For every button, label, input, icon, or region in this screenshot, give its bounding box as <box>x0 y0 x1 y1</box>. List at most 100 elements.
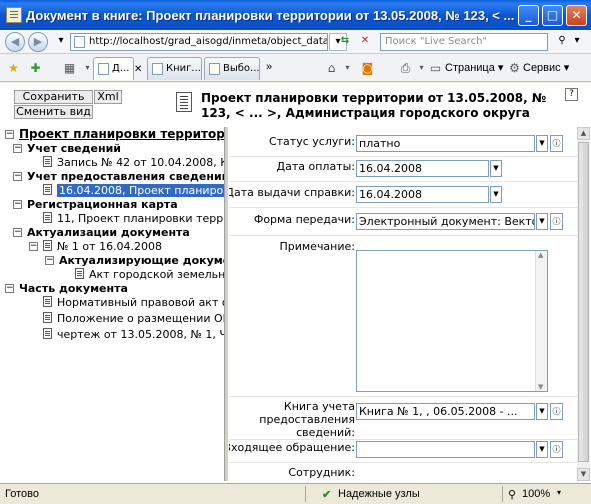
scroll-down-icon[interactable]: ▼ <box>577 468 590 481</box>
more-tabs-button[interactable]: » <box>266 61 272 73</box>
transfer-form-dropdown-icon[interactable]: ▼ <box>536 213 548 230</box>
close-button[interactable]: ✕ <box>566 5 587 26</box>
document-icon <box>43 156 52 167</box>
document-icon <box>43 184 52 195</box>
tree-node-actualizing-docs[interactable]: Актуализирующие документы <box>59 254 224 267</box>
home-dropdown-icon[interactable]: ▾ <box>340 61 355 75</box>
window-titlebar: Документ в книге: Проект планировки терр… <box>0 0 591 30</box>
tree-node-document-part[interactable]: Часть документа <box>19 282 128 295</box>
app-content: Сохранить Xml Сменить вид Проект планиро… <box>0 83 591 483</box>
tree-leaf-selected[interactable]: 16.04.2008, Проект планировки <box>57 184 224 197</box>
zoom-level[interactable]: 100% <box>522 488 550 500</box>
note-textarea[interactable] <box>356 250 548 392</box>
trusted-zone-check-icon: ✔ <box>322 489 332 501</box>
tab-document[interactable]: Д... <box>93 57 134 80</box>
tab-selection[interactable]: Выбо... <box>204 57 260 80</box>
scroll-up-icon[interactable]: ▲ <box>577 127 590 140</box>
pay-date-field[interactable]: 16.04.2008 <box>356 160 489 177</box>
tree-leaf[interactable]: Акт городской земельной <box>89 268 224 281</box>
address-bar-row: ◀ ▶ ▾ http://localhost/grad_aisogd/inmet… <box>0 30 591 54</box>
tree-node-registration-card[interactable]: Регистрационная карта <box>27 198 178 211</box>
maximize-button[interactable]: □ <box>542 5 563 26</box>
page-icon <box>74 36 85 48</box>
tree-node-actualizations[interactable]: Актуализации документа <box>27 226 190 239</box>
tab-page-icon <box>98 63 109 75</box>
address-input[interactable]: http://localhost/grad_aisogd/inmeta/obje… <box>70 33 328 51</box>
tree-root[interactable]: Проект планировки территории <box>19 128 224 141</box>
collapse-icon[interactable]: − <box>5 130 14 139</box>
issue-date-field[interactable]: 16.04.2008 <box>356 186 489 203</box>
tabs-row: ★ ✚ ▦ ▾ Д... ✕ Книг... Выбо... » ⌂ ▾ ◙ ⎙… <box>0 54 591 82</box>
tree-leaf[interactable]: 11, Проект планировки территории <box>57 212 224 225</box>
transfer-form-info-icon[interactable]: ⓘ <box>550 213 563 230</box>
collapse-icon[interactable]: − <box>29 242 38 251</box>
stop-icon[interactable]: ✕ <box>356 33 374 51</box>
search-input[interactable]: Поиск "Live Search" <box>380 33 548 51</box>
collapse-icon[interactable]: − <box>45 256 54 265</box>
document-icon <box>75 268 84 279</box>
note-scrollbar[interactable] <box>535 251 547 391</box>
document-icon <box>43 240 52 251</box>
document-icon <box>176 92 192 112</box>
home-icon[interactable]: ⌂ <box>324 61 339 75</box>
zoom-dropdown-icon[interactable]: ▾ <box>557 488 561 497</box>
page-menu[interactable]: Страница ▾ <box>445 61 503 74</box>
tree-leaf[interactable]: Нормативный правовой акт о утв <box>57 296 224 309</box>
tree-leaf[interactable]: № 1 от 16.04.2008 <box>57 240 162 253</box>
status-info-icon[interactable]: ⓘ <box>550 135 563 152</box>
incoming-request-info-icon[interactable]: ⓘ <box>550 441 563 458</box>
status-text: Готово <box>5 488 39 500</box>
tab-book[interactable]: Книг... <box>147 57 202 80</box>
gear-icon: ⚙ <box>509 61 520 75</box>
quick-tabs-icon[interactable]: ▦ <box>62 61 77 75</box>
incoming-request-dropdown-icon[interactable]: ▼ <box>536 441 548 458</box>
help-icon[interactable]: ? <box>565 88 578 101</box>
document-icon <box>43 296 52 307</box>
collapse-icon[interactable]: − <box>13 200 22 209</box>
tree-node-provision[interactable]: Учет предоставления сведений <box>27 170 224 183</box>
favorites-star-icon[interactable]: ★ <box>6 61 21 75</box>
save-button[interactable]: Сохранить <box>14 90 93 104</box>
collapse-icon[interactable]: − <box>13 172 22 181</box>
search-options-icon[interactable]: ▾ <box>568 33 586 51</box>
tree-leaf[interactable]: Положение о размещении ОКС и <box>57 312 224 325</box>
book-dropdown-icon[interactable]: ▼ <box>536 403 548 420</box>
incoming-request-field[interactable] <box>356 441 535 458</box>
print-icon[interactable]: ⎙ <box>398 61 413 75</box>
pay-date-label: Дата оплаты: <box>276 160 355 173</box>
pay-date-calendar-icon[interactable]: ▼ <box>490 160 502 177</box>
collapse-icon[interactable]: − <box>13 144 22 153</box>
transfer-form-field[interactable]: Электронный документ: Векторная <box>356 213 535 230</box>
collapse-icon[interactable]: − <box>5 284 14 293</box>
xml-button[interactable]: Xml <box>94 90 122 104</box>
back-button[interactable]: ◀ <box>5 32 25 52</box>
status-dropdown-icon[interactable]: ▼ <box>536 135 548 152</box>
print-dropdown-icon[interactable]: ▾ <box>414 61 429 75</box>
forward-button[interactable]: ▶ <box>28 32 48 52</box>
tab-page-icon <box>152 63 163 75</box>
status-bar: Готово ✔ Надежные узлы ⚲ 100% ▾ <box>0 483 591 504</box>
tools-menu[interactable]: Сервис ▾ <box>523 61 569 74</box>
change-view-button[interactable]: Сменить вид <box>14 105 93 119</box>
tree-node-accounting[interactable]: Учет сведений <box>27 142 121 155</box>
refresh-icon[interactable]: ⇆ <box>336 33 354 51</box>
status-label: Статус услуги: <box>268 135 355 148</box>
collapse-icon[interactable]: − <box>13 228 22 237</box>
book-field[interactable]: Книга № 1, , 06.05.2008 - ... <box>356 403 535 420</box>
tab-close-icon[interactable]: ✕ <box>134 64 142 75</box>
minimize-button[interactable]: _ <box>518 5 539 26</box>
form-scrollbar[interactable]: ▲ ▼ <box>577 127 590 481</box>
add-favorite-icon[interactable]: ✚ <box>28 61 43 75</box>
panel-splitter[interactable] <box>224 127 228 481</box>
scroll-thumb[interactable] <box>578 142 589 462</box>
book-info-icon[interactable]: ⓘ <box>550 403 563 420</box>
feeds-icon[interactable]: ◙ <box>360 61 375 75</box>
history-dropdown-icon[interactable]: ▾ <box>52 33 70 51</box>
tree-leaf[interactable]: Запись № 42 от 10.04.2008, Книга <box>57 156 224 169</box>
status-field[interactable]: платно <box>356 135 535 152</box>
page-menu-icon: ▭ <box>429 61 442 75</box>
address-text: http://localhost/grad_aisogd/inmeta/obje… <box>89 36 328 47</box>
issue-date-calendar-icon[interactable]: ▼ <box>490 186 502 203</box>
tree-leaf[interactable]: чертеж от 13.05.2008, № 1, Черт <box>57 328 224 341</box>
employee-label: Сотрудник: <box>288 466 355 479</box>
